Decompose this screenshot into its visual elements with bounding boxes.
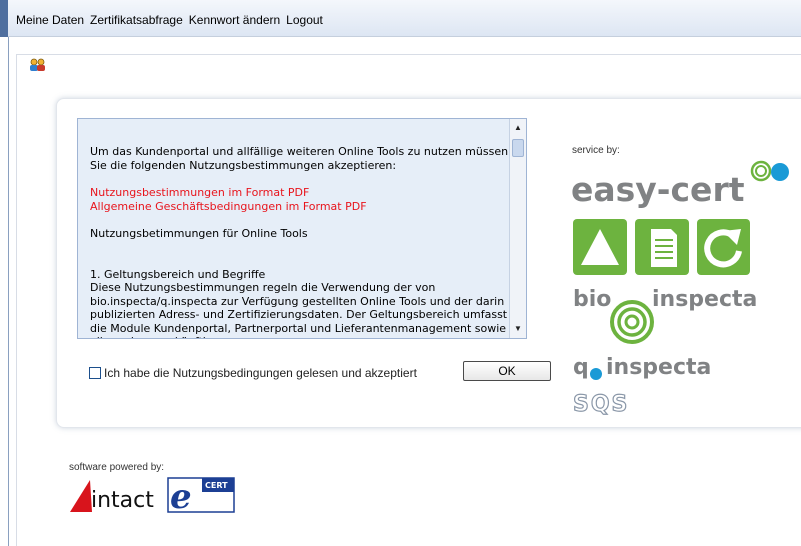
intact-triangle-icon (70, 480, 92, 512)
q-inspecta-logo-q: q (573, 355, 589, 380)
sqs-logo: SQS (572, 391, 629, 417)
q-inspecta-dot-icon (590, 368, 602, 380)
terms-content: Um das Kundenportal und allfällige weite… (90, 145, 510, 338)
terms-intro: Um das Kundenportal und allfällige weite… (90, 145, 509, 172)
accept-checkbox[interactable] (89, 367, 101, 379)
window-border (8, 37, 9, 546)
easy-cert-tiles-icon (573, 219, 750, 275)
software-powered-label: software powered by: (69, 462, 165, 473)
q-inspecta-logo-inspecta: inspecta (606, 355, 712, 380)
scroll-up-arrow-icon[interactable]: ▲ (510, 120, 526, 136)
easy-cert-logo-text: easy-cert (571, 170, 745, 209)
scroll-down-arrow-icon[interactable]: ▼ (510, 321, 526, 337)
intact-logo-text: intact (91, 488, 154, 513)
ecert-logo: CERT e (167, 477, 235, 517)
accept-label[interactable]: Ich habe die Nutzungsbedingungen gelesen… (104, 366, 417, 380)
sqs-logo-text: SQS (573, 392, 629, 417)
terms-heading: Nutzungsbetimmungen für Online Tools (90, 227, 308, 240)
bio-inspecta-logo-bio: bio (573, 287, 612, 312)
link-nutzungsbestimmungen-pdf[interactable]: Nutzungsbestimmungen im Format PDF (90, 186, 510, 200)
bio-inspecta-swirl-icon (610, 300, 654, 344)
terms-scrollbar[interactable]: ▲ ▼ (509, 119, 526, 338)
terms-section-body: Diese Nutzungsbestimmungen regeln die Ve… (90, 281, 508, 338)
users-icon (30, 58, 45, 71)
easy-cert-swirl-icon (750, 160, 789, 182)
menu-item-kennwort-aendern[interactable]: Kennwort ändern (189, 13, 280, 27)
ecert-logo-text: CERT (205, 481, 228, 490)
menu-item-meine-daten[interactable]: Meine Daten (16, 13, 84, 27)
accept-row: Ich habe die Nutzungsbedingungen gelesen… (89, 366, 417, 380)
scroll-thumb[interactable] (512, 139, 524, 157)
main-menu: Meine Daten Zertifikatsabfrage Kennwort … (16, 13, 323, 27)
window-edge (0, 0, 8, 37)
top-menu-bar: Meine Daten Zertifikatsabfrage Kennwort … (0, 0, 801, 37)
svg-text:e: e (170, 477, 192, 517)
terms-section-title: 1. Geltungsbereich und Begriffe (90, 267, 266, 281)
link-agb-pdf[interactable]: Allgemeine Geschäftsbedingungen im Forma… (90, 200, 510, 214)
ok-button[interactable]: OK (463, 361, 551, 381)
service-by-label: service by: (572, 145, 620, 156)
bio-inspecta-logo-inspecta: inspecta (652, 287, 758, 312)
menu-item-zertifikatsabfrage[interactable]: Zertifikatsabfrage (90, 13, 183, 27)
menu-item-logout[interactable]: Logout (286, 13, 323, 27)
terms-textarea[interactable]: Um das Kundenportal und allfällige weite… (77, 118, 527, 339)
